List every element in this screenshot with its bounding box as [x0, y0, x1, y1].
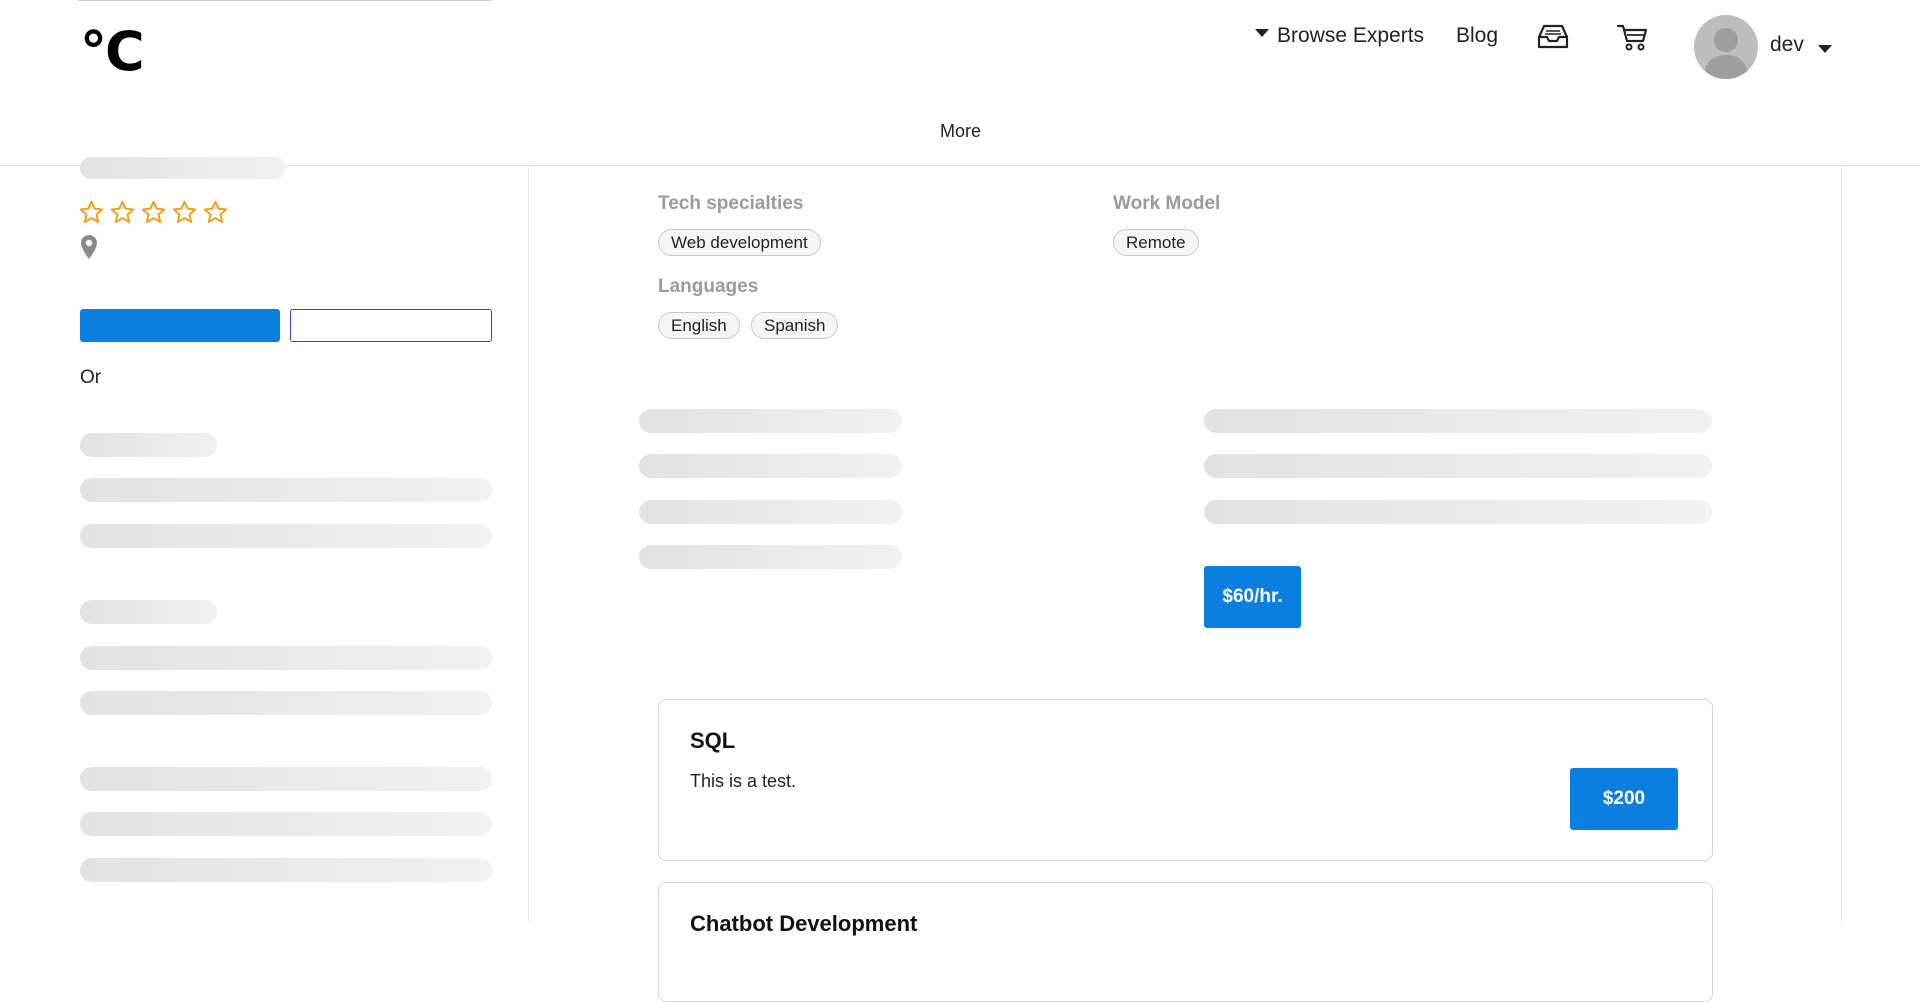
skeleton-line [80, 691, 492, 715]
service-title: SQL [690, 728, 736, 753]
skeleton-line [80, 812, 492, 836]
top-nav: Browse Experts Blog dev [0, 0, 1920, 100]
profile-main: Tech specialties Web development Work Mo… [530, 167, 1841, 1002]
user-avatar[interactable] [1694, 15, 1758, 79]
skeleton-line [80, 157, 286, 179]
skeleton-line [80, 433, 217, 457]
site-header: °C Browse Experts Blog dev More [0, 0, 1920, 166]
user-silhouette-icon [1704, 28, 1748, 79]
star-outline-icon [203, 200, 228, 223]
tech-specialty-chip: Web development [658, 229, 821, 256]
user-name[interactable]: dev [1770, 33, 1804, 57]
profile-sidebar: Or [0, 157, 529, 923]
skeleton-line [80, 858, 492, 882]
or-separator: Or [80, 367, 102, 388]
rating-stars [78, 199, 229, 226]
skeleton-line [80, 478, 492, 502]
cart-icon[interactable] [1615, 22, 1651, 52]
service-price-button[interactable]: $200 [1570, 768, 1678, 830]
service-card[interactable]: SQL This is a test. $200 [658, 699, 1713, 861]
hourly-rate-button[interactable]: $60/hr. [1204, 566, 1301, 628]
more-menu[interactable]: More [940, 121, 981, 142]
skeleton-line [80, 767, 492, 791]
skeleton-line [80, 600, 217, 624]
skeleton-line [1204, 454, 1712, 478]
browse-experts-dropdown[interactable]: Browse Experts [1255, 22, 1424, 50]
skeleton-line [80, 524, 492, 548]
skeleton-line [639, 500, 902, 524]
work-model-label: Work Model [1113, 193, 1221, 214]
language-chip: Spanish [751, 312, 839, 339]
caret-down-icon [1255, 29, 1269, 38]
primary-action-button[interactable] [80, 309, 280, 342]
service-description: This is a test. [690, 771, 797, 791]
secondary-action-button[interactable] [290, 309, 492, 342]
work-model-chip: Remote [1113, 229, 1199, 256]
star-outline-icon [110, 200, 135, 223]
skeleton-line [1204, 500, 1712, 524]
skeleton-line [1204, 409, 1712, 433]
skeleton-line [639, 409, 902, 433]
service-card[interactable]: Chatbot Development [658, 882, 1713, 1002]
skeleton-line [639, 545, 902, 569]
blog-link[interactable]: Blog [1456, 22, 1498, 50]
star-outline-icon [141, 200, 166, 223]
browse-experts-label: Browse Experts [1277, 24, 1425, 47]
star-outline-icon [172, 200, 197, 223]
tech-specialties-label: Tech specialties [658, 193, 804, 214]
service-title: Chatbot Development [690, 911, 918, 936]
language-chip: English [658, 312, 740, 339]
star-outline-icon [79, 200, 104, 223]
skeleton-line [80, 646, 492, 670]
content-right-divider [1841, 167, 1842, 923]
user-menu-caret-icon[interactable] [1818, 45, 1832, 53]
location-pin-icon [81, 235, 97, 259]
inbox-icon[interactable] [1535, 22, 1571, 52]
languages-label: Languages [658, 276, 759, 297]
skeleton-line [639, 454, 902, 478]
